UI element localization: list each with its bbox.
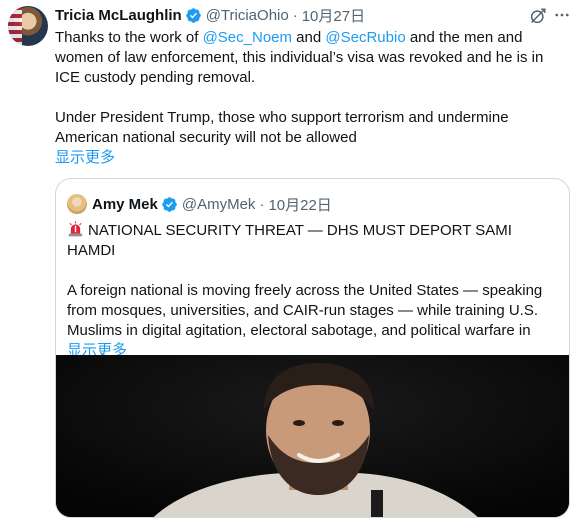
- quoted-author-avatar[interactable]: [67, 194, 87, 214]
- tweet-paragraph-2: Under President Trump, those who support…: [55, 109, 509, 146]
- mention-sec-noem[interactable]: @Sec_Noem: [203, 29, 292, 46]
- tweet[interactable]: Tricia McLaughlin @TriciaOhio · 10月27日 T…: [0, 0, 573, 518]
- siren-icon: [68, 221, 83, 237]
- quoted-headline: NATIONAL SECURITY THREAT — DHS MUST DEPO…: [67, 222, 512, 259]
- verified-badge-icon: [185, 7, 201, 23]
- quoted-media-image[interactable]: [56, 355, 569, 517]
- tweet-text: Thanks to the work of @Sec_Noem and @Sec…: [55, 28, 570, 168]
- quoted-body: A foreign national is moving freely acro…: [67, 282, 543, 339]
- more-icon[interactable]: [553, 5, 571, 25]
- author-name[interactable]: Tricia McLaughlin: [55, 7, 182, 24]
- quoted-tweet-text: NATIONAL SECURITY THREAT — DHS MUST DEPO…: [67, 221, 562, 361]
- tweet-date[interactable]: 10月27日: [302, 5, 365, 26]
- person-photo: [56, 355, 569, 517]
- tweet-text-part: and: [292, 29, 326, 46]
- tweet-text-part: Thanks to the work of: [55, 29, 203, 46]
- verified-badge-icon: [162, 196, 177, 212]
- grok-icon[interactable]: [529, 7, 547, 25]
- quoted-author-name[interactable]: Amy Mek: [92, 196, 158, 213]
- flag-graphic: [8, 6, 22, 46]
- tweet-header: Tricia McLaughlin @TriciaOhio · 10月27日: [55, 4, 365, 26]
- author-avatar[interactable]: [8, 6, 48, 46]
- separator-dot: ·: [292, 6, 298, 24]
- show-more-link[interactable]: 显示更多: [55, 148, 570, 168]
- quoted-tweet-date[interactable]: 10月22日: [268, 194, 331, 215]
- author-handle[interactable]: @TriciaOhio: [206, 7, 289, 24]
- quoted-author-handle[interactable]: @AmyMek: [182, 196, 256, 213]
- quoted-tweet-header: Amy Mek @AmyMek · 10月22日: [67, 193, 332, 215]
- separator-dot: ·: [259, 195, 265, 213]
- quoted-tweet[interactable]: Amy Mek @AmyMek · 10月22日 NATIONAL SECURI…: [55, 178, 570, 518]
- mention-sec-rubio[interactable]: @SecRubio: [325, 29, 405, 46]
